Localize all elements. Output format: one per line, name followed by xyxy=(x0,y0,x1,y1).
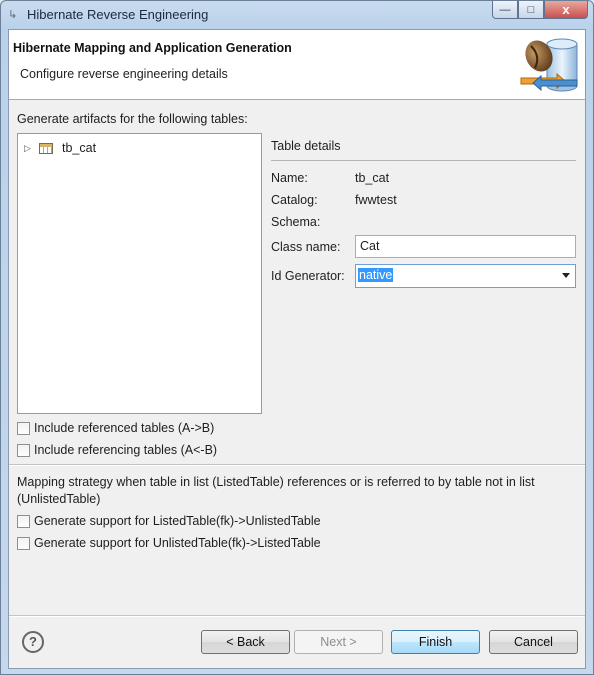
minimize-icon: — xyxy=(499,3,511,16)
footer-separator-highlight xyxy=(9,616,585,617)
dialog-client-area: Hibernate Mapping and Application Genera… xyxy=(8,29,586,669)
include-referencing-label: Include referencing tables (A<-B) xyxy=(34,443,218,457)
catalog-value: fwwtest xyxy=(355,193,397,207)
maximize-icon: □ xyxy=(527,3,535,16)
database-coffee-bean-icon xyxy=(520,38,578,92)
back-button[interactable]: < Back xyxy=(201,630,290,654)
schema-label: Schema: xyxy=(271,215,321,229)
include-referencing-checkbox[interactable]: Include referencing tables (A<-B) xyxy=(17,442,217,458)
window-controls: — □ x xyxy=(492,1,588,19)
dropdown-arrow-icon[interactable] xyxy=(562,273,570,278)
table-details-title: Table details xyxy=(271,139,341,153)
checkbox-box[interactable] xyxy=(17,443,30,457)
tables-section-label: Generate artifacts for the following tab… xyxy=(17,112,248,126)
page-title: Hibernate Mapping and Application Genera… xyxy=(13,41,292,55)
class-name-input[interactable]: Cat xyxy=(355,235,576,258)
window-title: Hibernate Reverse Engineering xyxy=(27,7,209,22)
name-label: Name: xyxy=(271,171,308,185)
next-button[interactable]: Next > xyxy=(294,630,383,654)
wizard-header: Hibernate Mapping and Application Genera… xyxy=(9,30,585,100)
checkbox-box[interactable] xyxy=(17,421,30,435)
minimize-button[interactable]: — xyxy=(492,1,518,19)
checkbox-box[interactable] xyxy=(17,536,30,550)
expand-arrow-icon[interactable]: ▷ xyxy=(24,143,34,154)
unlisted-to-listed-checkbox[interactable]: Generate support for UnlistedTable(fk)->… xyxy=(17,535,321,551)
maximize-button[interactable]: □ xyxy=(518,1,544,19)
close-icon: x xyxy=(562,2,570,17)
eclipse-app-icon: ↳ xyxy=(8,9,18,21)
cancel-button[interactable]: Cancel xyxy=(489,630,578,654)
include-referenced-checkbox[interactable]: Include referenced tables (A->B) xyxy=(17,420,214,436)
close-button[interactable]: x xyxy=(544,1,588,19)
class-name-label: Class name: xyxy=(271,240,341,254)
checkbox-box[interactable] xyxy=(17,514,30,528)
name-value: tb_cat xyxy=(355,171,390,185)
id-generator-combo[interactable]: native xyxy=(355,264,576,288)
help-button[interactable]: ? xyxy=(22,631,44,653)
listed-to-unlisted-checkbox[interactable]: Generate support for ListedTable(fk)->Un… xyxy=(17,513,321,529)
details-separator xyxy=(271,160,576,161)
id-generator-label: Id Generator: xyxy=(271,269,345,283)
tables-tree[interactable]: ▷ tb_cat xyxy=(17,133,262,414)
tree-item-tb-cat[interactable]: ▷ tb_cat xyxy=(24,139,99,157)
class-name-input-value: Cat xyxy=(360,239,380,253)
id-generator-value: native xyxy=(358,268,394,282)
unlisted-to-listed-label: Generate support for UnlistedTable(fk)->… xyxy=(34,536,321,550)
listed-to-unlisted-label: Generate support for ListedTable(fk)->Un… xyxy=(34,514,321,528)
dialog-window: ↳ Hibernate Reverse Engineering — □ x Hi… xyxy=(0,0,594,675)
table-icon xyxy=(39,142,53,154)
catalog-label: Catalog: xyxy=(271,193,318,207)
include-referenced-label: Include referenced tables (A->B) xyxy=(34,421,215,435)
title-bar[interactable]: ↳ Hibernate Reverse Engineering — □ x xyxy=(1,1,593,29)
finish-button[interactable]: Finish xyxy=(391,630,480,654)
page-subtitle: Configure reverse engineering details xyxy=(20,67,228,81)
tree-item-label: tb_cat xyxy=(62,141,97,155)
help-icon: ? xyxy=(29,634,37,649)
mapping-strategy-text: Mapping strategy when table in list (Lis… xyxy=(17,475,535,506)
section-separator-highlight xyxy=(9,465,585,466)
